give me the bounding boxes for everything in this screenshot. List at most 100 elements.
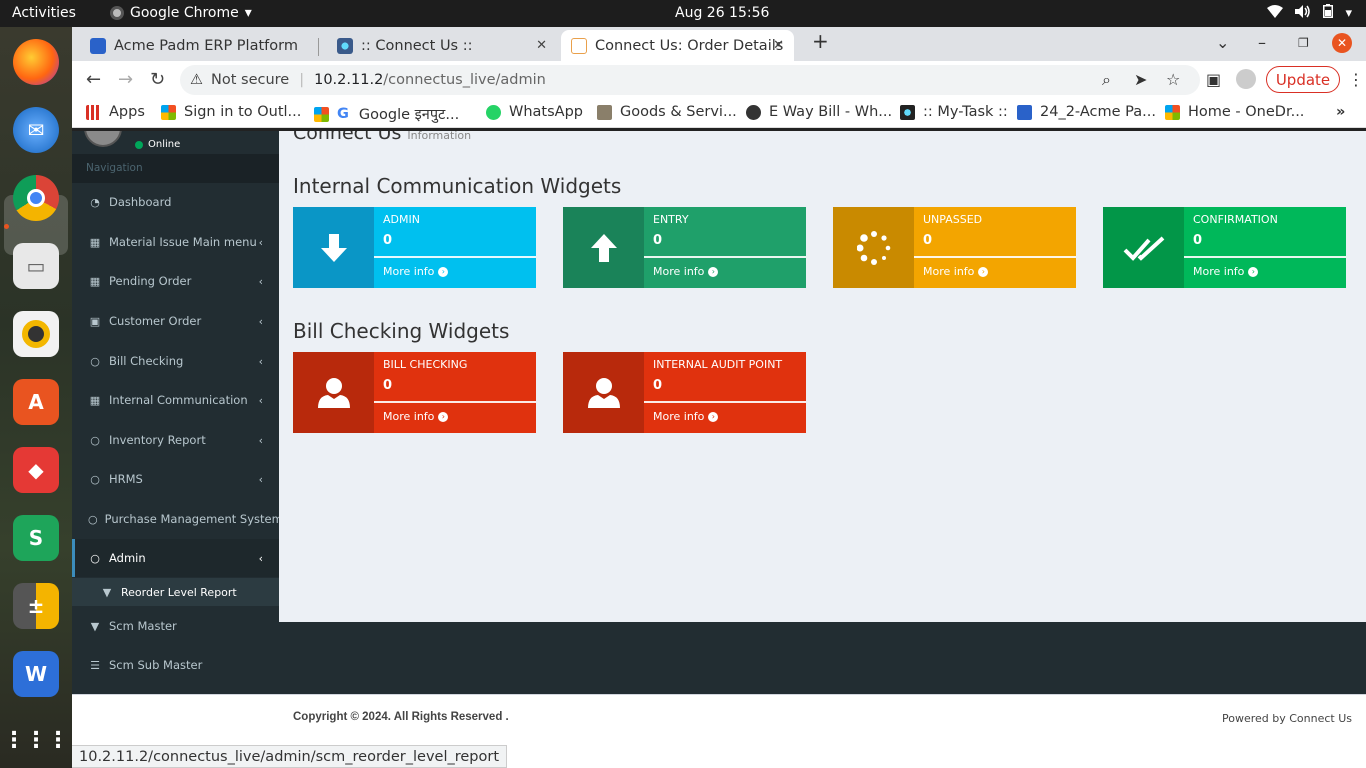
- section-title: Bill Checking Widgets: [293, 319, 510, 343]
- sidebar-item-purchase-management[interactable]: ○ Purchase Management System: [72, 500, 279, 538]
- activities-button[interactable]: Activities: [12, 5, 76, 21]
- widget-count: 0: [383, 378, 393, 393]
- bookmark-my-task[interactable]: :: My-Task ::: [900, 104, 1008, 120]
- tab-acme-erp[interactable]: Acme Padm ERP Platform: [80, 30, 310, 61]
- sidebar-item-internal-communication[interactable]: ▦ Internal Communication ‹: [72, 381, 279, 419]
- sidebar-item-scm-master[interactable]: ▼ Scm Master: [72, 607, 279, 645]
- chevron-left-icon: ‹: [258, 433, 263, 447]
- sidebar-item-dashboard[interactable]: ◔ Dashboard: [72, 183, 279, 221]
- software-center-icon[interactable]: A: [13, 379, 59, 425]
- more-info-link[interactable]: More info ›: [383, 410, 449, 423]
- more-info-link[interactable]: More info ›: [1193, 265, 1259, 278]
- reload-button[interactable]: ↻: [150, 69, 165, 90]
- widget-entry[interactable]: ENTRY 0 More info ›: [563, 207, 806, 288]
- more-info-link[interactable]: More info ›: [383, 265, 449, 278]
- page-subtitle: Information: [407, 131, 472, 142]
- avatar: [84, 131, 122, 147]
- bookmark-label: :: My-Task ::: [923, 104, 1008, 120]
- clock[interactable]: Aug 26 15:56: [675, 5, 769, 21]
- bookmark-whatsapp[interactable]: WhatsApp: [486, 104, 583, 120]
- sidebar-item-label: Admin: [109, 551, 146, 565]
- sidebar-item-bill-checking[interactable]: ○ Bill Checking ‹: [72, 342, 279, 380]
- circle-icon: ○: [90, 472, 100, 486]
- back-button[interactable]: ←: [86, 69, 101, 90]
- widget-internal-audit-point[interactable]: INTERNAL AUDIT POINT 0 More info ›: [563, 352, 806, 433]
- firefox-icon[interactable]: [13, 39, 59, 85]
- calculator-icon[interactable]: ±: [13, 583, 59, 629]
- widget-divider: [644, 401, 806, 403]
- tab-connect-us[interactable]: :: Connect Us :: ✕: [327, 30, 557, 61]
- bookmark-gst[interactable]: Goods & Servi...: [597, 104, 737, 120]
- show-apps-icon[interactable]: ⋮⋮⋮: [3, 717, 69, 763]
- close-tab-icon[interactable]: ✕: [536, 38, 547, 53]
- sidebar-item-scm-sub-master[interactable]: ☰ Scm Sub Master: [72, 646, 279, 684]
- tab-search-button[interactable]: ⌄: [1216, 33, 1229, 52]
- sidebar-item-inventory-report[interactable]: ○ Inventory Report ‹: [72, 421, 279, 459]
- bookmarks-overflow-icon[interactable]: »: [1336, 104, 1345, 120]
- close-window-button[interactable]: ✕: [1332, 33, 1352, 53]
- bookmark-google-input[interactable]: G Google इनपुट...: [314, 104, 459, 124]
- sidebar-item-material-issue[interactable]: ▦ Material Issue Main menu ‹: [72, 223, 279, 261]
- spreadsheet-icon[interactable]: S: [13, 515, 59, 561]
- app-menu[interactable]: Google Chrome ▾: [110, 5, 252, 21]
- restore-button[interactable]: ❐: [1298, 36, 1309, 50]
- filter-icon: ▼: [102, 585, 112, 599]
- erp-icon: [1017, 104, 1032, 120]
- side-panel-icon[interactable]: ▣: [1206, 70, 1221, 89]
- bookmark-label: Apps: [109, 104, 145, 120]
- menu-kebab-icon[interactable]: ⋮: [1348, 70, 1364, 89]
- sidebar-subitem-reorder-level-report[interactable]: ▼ Reorder Level Report: [72, 578, 279, 606]
- send-icon[interactable]: ➤: [1134, 70, 1147, 89]
- profile-avatar-icon[interactable]: [1236, 69, 1256, 89]
- warning-icon[interactable]: ⚠: [190, 72, 203, 88]
- more-info-link[interactable]: More info ›: [653, 265, 719, 278]
- more-info-label: More info: [923, 265, 975, 278]
- running-indicator: [4, 224, 9, 229]
- sidebar-item-admin[interactable]: ○ Admin ‹: [72, 539, 279, 577]
- more-info-link[interactable]: More info ›: [653, 410, 719, 423]
- system-tray[interactable]: ▾: [1267, 4, 1352, 22]
- tab-order-details[interactable]: Connect Us: Order Details ✕: [561, 30, 794, 61]
- sidebar-item-label: Scm Master: [109, 619, 177, 633]
- widget-unpassed[interactable]: UNPASSED 0 More info ›: [833, 207, 1076, 288]
- rhythmbox-icon[interactable]: [13, 311, 59, 357]
- wps-office-icon[interactable]: W: [13, 651, 59, 697]
- tab-separator: [318, 38, 319, 56]
- widget-count: 0: [383, 233, 393, 248]
- minimize-button[interactable]: –: [1258, 33, 1266, 52]
- dashboard-icon: ◔: [90, 195, 100, 209]
- microsoft-icon: [161, 104, 176, 120]
- thunderbird-icon[interactable]: ✉: [13, 107, 59, 153]
- caret-down-icon: ▾: [244, 5, 252, 21]
- widget-admin[interactable]: ADMIN 0 More info ›: [293, 207, 536, 288]
- widget-label: BILL CHECKING: [383, 358, 468, 371]
- close-tab-icon[interactable]: ✕: [773, 38, 784, 53]
- widget-label: UNPASSED: [923, 213, 983, 226]
- chevron-left-icon: ‹: [258, 393, 263, 407]
- bookmark-outlook[interactable]: Sign in to Outl...: [161, 104, 301, 120]
- security-label[interactable]: Not secure: [211, 72, 289, 88]
- address-bar[interactable]: ⚠ Not secure | 10.2.11.2/connectus_live/…: [180, 65, 1200, 95]
- bookmark-apps[interactable]: Apps: [86, 104, 145, 120]
- tab-favicon-icon: [90, 37, 106, 54]
- chrome-icon[interactable]: [13, 175, 59, 221]
- tab-favicon-icon: [571, 37, 587, 54]
- sidebar-item-pending-order[interactable]: ▦ Pending Order ‹: [72, 262, 279, 300]
- bookmark-eway-bill[interactable]: E Way Bill - Wh...: [746, 104, 892, 120]
- anydesk-icon[interactable]: ◆: [13, 447, 59, 493]
- new-tab-button[interactable]: +: [812, 29, 829, 53]
- update-button[interactable]: Update: [1266, 66, 1340, 93]
- emblem-icon: [597, 104, 612, 120]
- bookmark-acme-pa[interactable]: 24_2-Acme Pa...: [1017, 104, 1156, 120]
- forward-button[interactable]: →: [118, 69, 133, 90]
- link-status-bubble: 10.2.11.2/connectus_live/admin/scm_reord…: [72, 745, 508, 768]
- zoom-icon[interactable]: ⌕: [1102, 70, 1111, 90]
- bookmark-star-icon[interactable]: ☆: [1166, 70, 1180, 89]
- bookmark-onedrive[interactable]: Home - OneDr...: [1165, 104, 1304, 120]
- sidebar-item-hrms[interactable]: ○ HRMS ‹: [72, 460, 279, 498]
- more-info-link[interactable]: More info ›: [923, 265, 989, 278]
- widget-confirmation[interactable]: CONFIRMATION 0 More info ›: [1103, 207, 1346, 288]
- sidebar-item-customer-order[interactable]: ▣ Customer Order ‹: [72, 302, 279, 340]
- files-icon[interactable]: ▭: [13, 243, 59, 289]
- widget-bill-checking[interactable]: BILL CHECKING 0 More info ›: [293, 352, 536, 433]
